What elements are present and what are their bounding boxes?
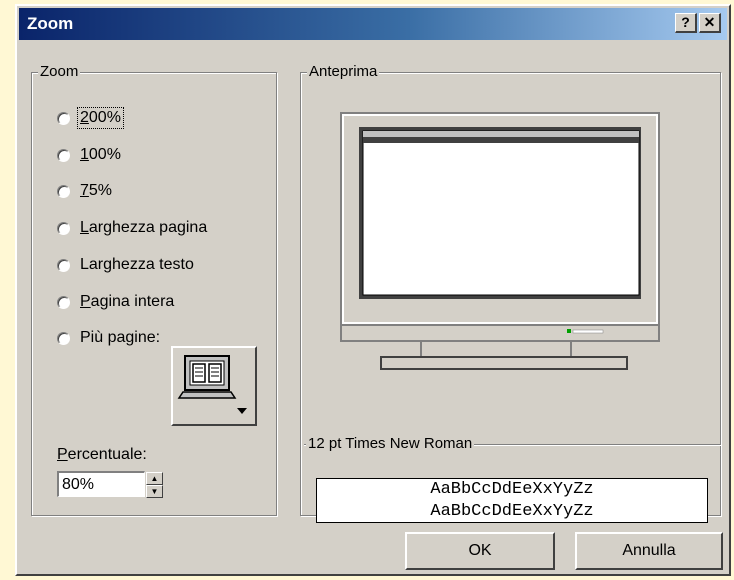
radio-label-many-pages: Più pagine: — [80, 329, 161, 346]
percentage-spin-down[interactable]: ▼ — [146, 485, 163, 498]
radio-circle[interactable] — [57, 111, 70, 125]
radio-whole-page[interactable]: Pagina intera — [57, 291, 176, 313]
percentage-label: Percentuale: — [57, 446, 147, 463]
percentage-input[interactable] — [57, 471, 145, 497]
radio-text-width[interactable]: Larghezza testo — [57, 254, 196, 276]
close-button[interactable]: ✕ — [699, 13, 721, 33]
radio-circle[interactable] — [57, 295, 70, 309]
radio-page-width[interactable]: Larghezza pagina — [57, 217, 209, 239]
preview-group-label: Anteprima — [307, 63, 380, 81]
monitor-preview-icon — [340, 112, 660, 370]
arrow-up-icon: ▲ — [150, 474, 159, 483]
radio-many-pages[interactable]: Più pagine: — [57, 327, 162, 349]
radio-200[interactable]: 200% — [57, 107, 124, 129]
radio-label-page-width: Larghezza pagina — [80, 219, 208, 236]
font-sample-label: 12 pt Times New Roman — [306, 435, 475, 453]
arrow-down-icon: ▼ — [150, 487, 159, 496]
font-sample-line-2: AaBbCcDdEeXxYyZz — [430, 502, 594, 521]
radio-circle[interactable] — [57, 221, 70, 235]
many-pages-button[interactable] — [171, 346, 257, 426]
radio-100[interactable]: 100% — [57, 144, 123, 166]
radio-label-whole-page: Pagina intera — [80, 293, 175, 310]
radio-label-75: 75% — [80, 182, 113, 199]
zoom-dialog: Zoom ? ✕ Zoom 200% 100% 75% Larghezza pa… — [15, 4, 731, 576]
cancel-button[interactable]: Annulla — [575, 532, 723, 570]
radio-circle[interactable] — [57, 258, 70, 272]
title-bar[interactable]: Zoom ? ✕ — [19, 8, 727, 40]
radio-label-100: 100% — [80, 146, 121, 163]
radio-label-200: 200% — [77, 107, 124, 129]
close-icon: ✕ — [703, 14, 716, 30]
zoom-group-label: Zoom — [38, 63, 81, 81]
radio-circle[interactable] — [57, 148, 70, 162]
radio-75[interactable]: 75% — [57, 180, 114, 202]
radio-circle[interactable] — [57, 331, 70, 345]
help-icon: ? — [681, 14, 690, 30]
radio-circle[interactable] — [57, 184, 70, 198]
percentage-spin-up[interactable]: ▲ — [146, 472, 163, 485]
radio-label-text-width: Larghezza testo — [80, 256, 194, 273]
dialog-title: Zoom — [27, 14, 74, 33]
font-sample-box: AaBbCcDdEeXxYyZz AaBbCcDdEeXxYyZz — [316, 478, 708, 523]
multiple-pages-monitor-icon — [177, 355, 247, 414]
help-button[interactable]: ? — [675, 13, 697, 33]
font-sample-line-1: AaBbCcDdEeXxYyZz — [430, 480, 594, 499]
ok-button[interactable]: OK — [405, 532, 555, 570]
